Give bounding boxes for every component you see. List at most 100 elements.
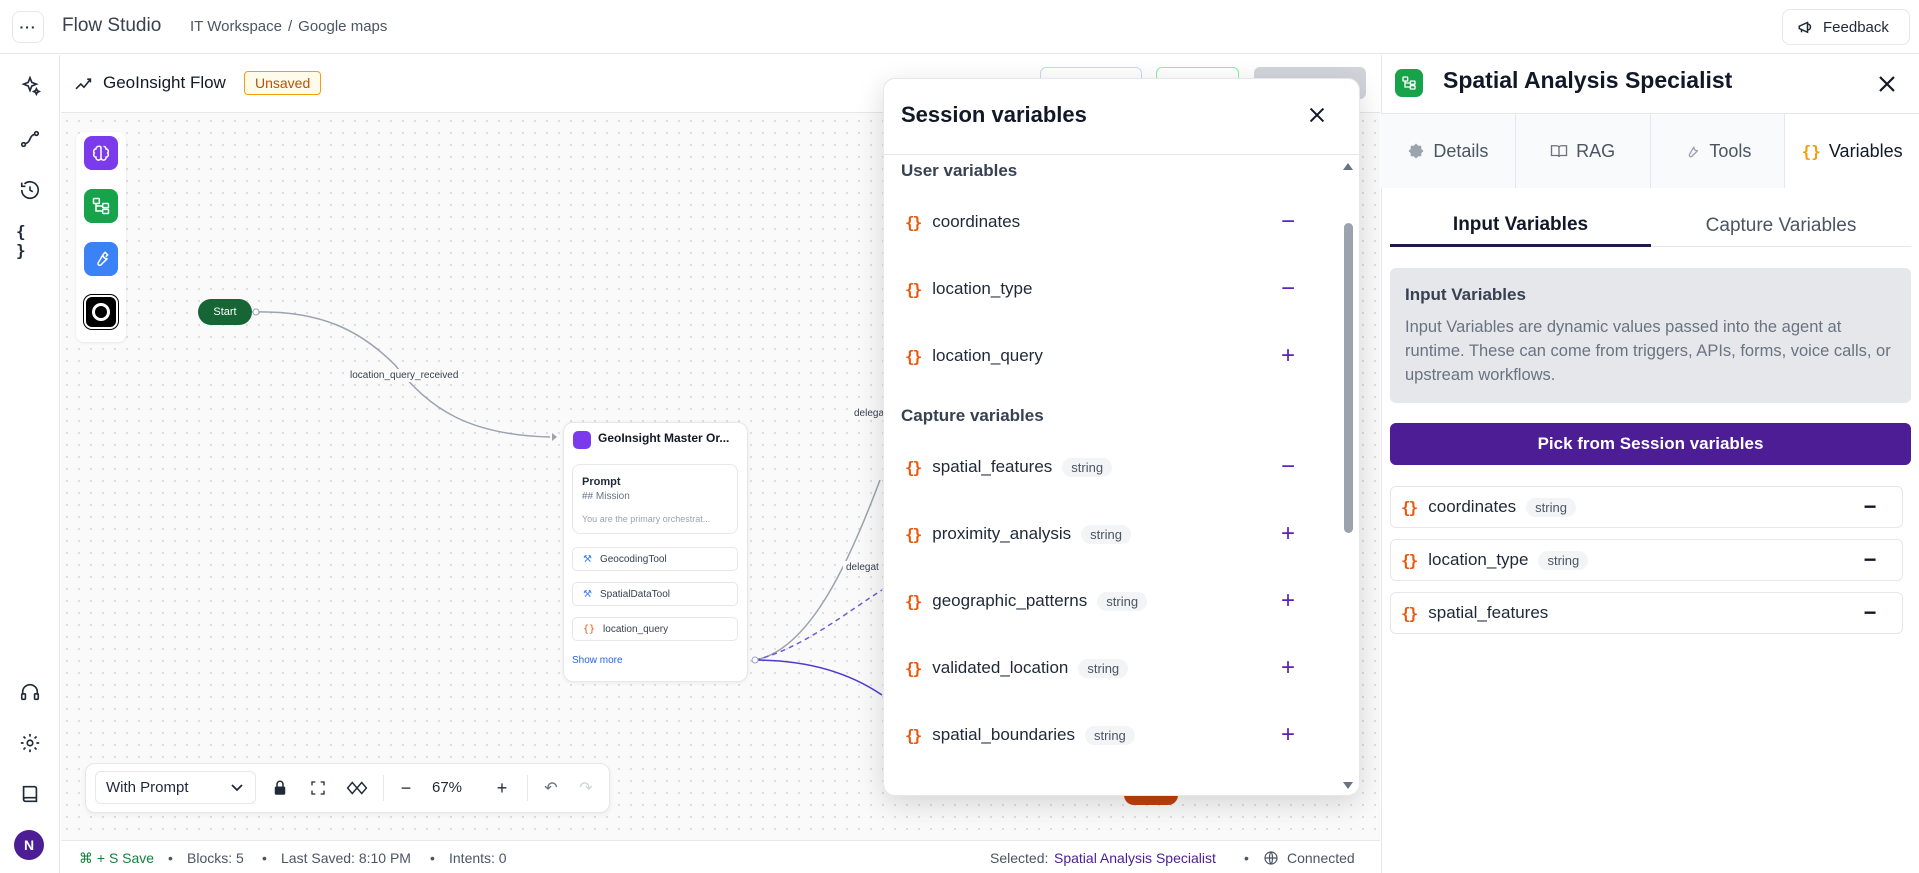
capture-variables-heading: Capture variables [901, 406, 1044, 425]
brace-icon: {} [905, 658, 922, 678]
scroll-up-icon[interactable] [1342, 160, 1354, 172]
remove-variable-button[interactable]: − [1860, 547, 1880, 572]
prompt-mission: ## Mission [582, 491, 630, 502]
scrollbar-thumb[interactable] [1344, 223, 1353, 533]
add-variable-button[interactable]: + [1276, 520, 1300, 547]
show-more-link[interactable]: Show more [572, 655, 623, 666]
info-title: Input Variables [1405, 285, 1526, 304]
status-separator: • [168, 850, 173, 866]
brace-icon: {} [905, 457, 922, 477]
remove-variable-button[interactable]: − [1276, 208, 1300, 235]
remove-variable-button[interactable]: − [1276, 275, 1300, 302]
variable-name: validated_location [932, 658, 1069, 677]
variable-name: geographic_patterns [932, 591, 1088, 610]
brace-icon: {} [905, 524, 922, 544]
tool-name: GeocodingTool [599, 553, 667, 565]
status-separator: • [262, 850, 267, 866]
input-variable-row: {} location_type string [1390, 539, 1903, 581]
add-variable-button[interactable]: + [1276, 654, 1300, 681]
session-variable-row: {} proximity_analysis string [905, 519, 1305, 549]
status-separator: • [1244, 850, 1249, 866]
brace-icon: {} [905, 591, 922, 611]
tab-details[interactable]: Details [1381, 114, 1516, 188]
variable-name: location_query [932, 346, 1043, 365]
remove-variable-button[interactable]: − [1860, 494, 1880, 519]
node-tool-row[interactable]: ⚒ SpatialDataTool [572, 582, 738, 606]
type-badge: string [1081, 524, 1131, 544]
tab-label: Tools [1709, 140, 1752, 161]
tab-label: Details [1433, 140, 1489, 161]
lock-icon[interactable] [267, 775, 293, 801]
zoom-level: 67% [432, 779, 463, 796]
tab-rag[interactable]: RAG [1515, 114, 1651, 188]
agent-brain-icon [573, 431, 591, 449]
close-icon[interactable] [1306, 104, 1328, 126]
edge-label[interactable]: delega [851, 407, 888, 420]
brace-icon: {} [583, 623, 596, 635]
selected-node-name[interactable]: Spatial Analysis Specialist [1054, 850, 1216, 866]
prompt-preview: You are the primary orchestrat... [582, 514, 711, 524]
user-variables-heading: User variables [901, 161, 1018, 180]
variable-name: proximity_analysis [932, 524, 1072, 543]
subtab-input-variables[interactable]: Input Variables [1390, 205, 1651, 247]
zoom-out-icon[interactable]: − [393, 775, 419, 801]
mode-select[interactable]: With Prompt [95, 771, 256, 804]
layout-network-icon[interactable] [344, 775, 370, 801]
tab-label: RAG [1576, 140, 1616, 161]
add-variable-button[interactable]: + [1276, 587, 1300, 614]
brace-icon: {} [1401, 497, 1418, 517]
brace-icon: {} [905, 212, 922, 232]
variable-name: coordinates [1428, 497, 1517, 516]
input-variable-row: {} spatial_features [1390, 592, 1903, 634]
session-variables-popup [883, 78, 1360, 796]
variable-name: location_type [932, 279, 1033, 298]
remove-variable-button[interactable]: − [1860, 600, 1880, 625]
type-badge: string [1097, 591, 1148, 611]
last-saved: Last Saved: 8:10 PM [281, 850, 411, 866]
type-badge: string [1078, 658, 1129, 678]
type-badge: string [1084, 725, 1135, 745]
type-badge: string [1062, 457, 1113, 477]
book-open-icon [1550, 145, 1568, 158]
brace-icon: {} [905, 725, 922, 745]
panel-title: Spatial Analysis Specialist [1443, 67, 1733, 93]
session-variable-row: {} location_query [905, 341, 1305, 371]
wrench-icon: ⚒ [583, 553, 592, 565]
node-variable-row[interactable]: {} location_query [572, 617, 738, 641]
fit-view-icon[interactable] [305, 775, 331, 801]
undo-icon[interactable]: ↶ [538, 775, 564, 801]
variable-name: spatial_features [1428, 603, 1549, 622]
info-text: Input Variables are dynamic values passe… [1405, 318, 1891, 384]
prompt-title: Prompt [582, 476, 621, 488]
popup-divider [883, 154, 1360, 155]
session-variable-row: {} spatial_boundaries string [905, 720, 1305, 750]
subtab-capture-variables[interactable]: Capture Variables [1651, 205, 1911, 247]
blocks-count: Blocks: 5 [187, 850, 244, 866]
edge-label[interactable]: location_query_received [347, 369, 462, 382]
agent-node-title: GeoInsight Master Or... [598, 431, 730, 445]
intents-count: Intents: 0 [449, 850, 507, 866]
badge-icon [1408, 143, 1424, 159]
scroll-down-icon[interactable] [1342, 780, 1354, 792]
brace-icon: {} [1401, 603, 1418, 623]
zoom-in-icon[interactable]: + [489, 775, 515, 801]
brace-icon: {} [905, 279, 922, 299]
variable-name: coordinates [932, 212, 1021, 231]
start-node[interactable]: Start [198, 299, 252, 325]
selected-label: Selected: [990, 850, 1049, 866]
type-badge: string [1526, 497, 1576, 517]
tab-tools[interactable]: Tools [1650, 114, 1786, 188]
tab-variables[interactable]: {} Variables [1785, 114, 1919, 188]
add-variable-button[interactable]: + [1276, 342, 1300, 369]
remove-variable-button[interactable]: − [1276, 453, 1300, 480]
close-icon[interactable] [1875, 72, 1899, 96]
add-variable-button[interactable]: + [1276, 721, 1300, 748]
node-tool-row[interactable]: ⚒ GeocodingTool [572, 547, 738, 571]
save-shortcut-hint: ⌘ + S Save [79, 850, 155, 866]
session-variable-row: {} spatial_features string [905, 452, 1305, 482]
variable-name: location_type [1428, 550, 1529, 569]
redo-icon[interactable]: ↷ [573, 775, 599, 801]
pick-session-variables-button[interactable]: Pick from Session variables [1390, 423, 1911, 465]
edge-label[interactable]: delegat [843, 561, 882, 574]
connection-status: Connected [1287, 850, 1355, 866]
